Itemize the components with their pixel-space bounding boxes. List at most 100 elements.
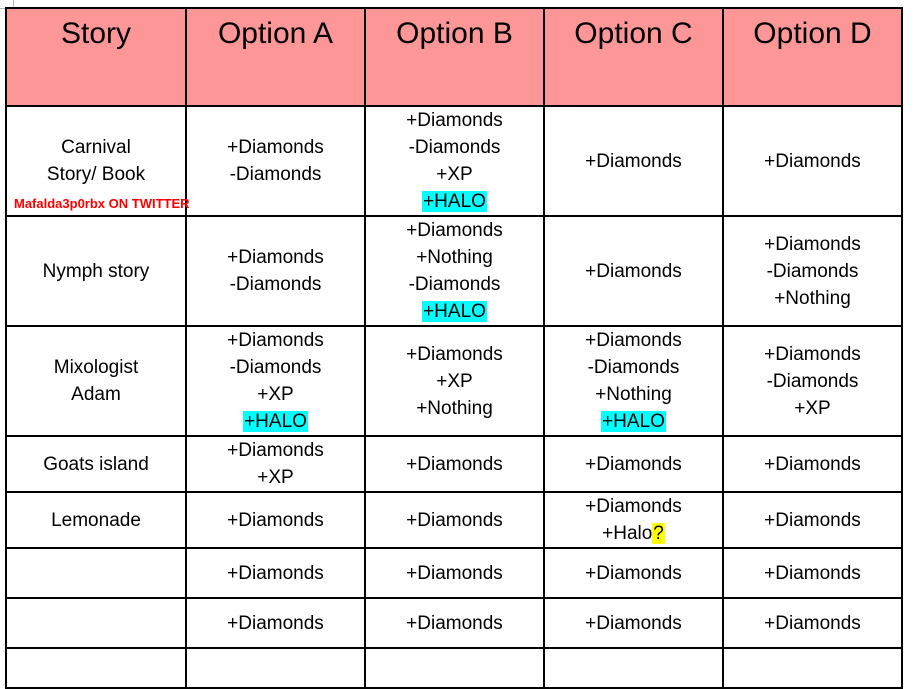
reward-line: +XP (257, 384, 294, 405)
cell-option-c[interactable]: +Diamonds (543, 597, 724, 649)
story-label-line: Adam (71, 384, 121, 405)
reward-line: +Nothing (774, 287, 851, 309)
story-label-line: Lemonade (51, 509, 141, 531)
reward-line: +Diamonds (764, 343, 861, 365)
cell-story[interactable]: Mixologist Adam (5, 325, 187, 437)
reward-line: +XP (436, 370, 473, 392)
cell-option-a[interactable]: +Diamonds (185, 597, 366, 649)
cell-option-a[interactable]: +Diamonds -Diamonds (185, 105, 366, 217)
halo-unconfirmed-line: +Halo? (545, 520, 722, 547)
reward-line: +Diamonds (585, 260, 682, 282)
cell-option-c[interactable]: +Diamonds (543, 547, 724, 599)
cell-option-b[interactable]: +Diamonds -Diamonds +XP +HALO (364, 105, 545, 217)
cell-option-b[interactable]: +Diamonds (364, 597, 545, 649)
table-row: +Diamonds +Diamonds +Diamonds +Diamonds (5, 597, 903, 649)
reward-line: -Diamonds (229, 164, 322, 185)
halo-reward-line: +HALO (545, 408, 722, 435)
halo-highlight: +HALO (422, 301, 487, 322)
cell-option-a[interactable] (185, 647, 366, 689)
cell-option-a[interactable]: +Diamonds (185, 491, 366, 549)
cell-option-d[interactable]: +Diamonds -Diamonds +Nothing (722, 215, 903, 327)
reward-line: +Diamonds (585, 612, 682, 634)
reward-line: +Diamonds (406, 343, 503, 365)
cell-story[interactable] (5, 597, 187, 649)
halo-label: +Halo (602, 523, 653, 544)
cell-option-b[interactable] (364, 647, 545, 689)
reward-line: +Diamonds (406, 453, 503, 475)
cell-option-c[interactable]: +Diamonds -Diamonds +Nothing +HALO (543, 325, 724, 437)
reward-line: +Diamonds (227, 509, 324, 531)
cell-option-d[interactable]: +Diamonds (722, 597, 903, 649)
reward-line: +Diamonds (406, 110, 503, 131)
cell-option-b[interactable]: +Diamonds +Nothing -Diamonds +HALO (364, 215, 545, 327)
table-row: Nymph story +Diamonds -Diamonds +Diamonds +N… (5, 215, 903, 327)
reward-line: +Diamonds (406, 220, 503, 241)
cell-option-a[interactable]: +Diamonds (185, 547, 366, 599)
story-label-line: Carnival (61, 137, 131, 158)
reward-line: -Diamonds (766, 260, 859, 282)
reward-line: +Diamonds (764, 453, 861, 475)
cell-option-d[interactable] (722, 647, 903, 689)
cell-story[interactable]: Lemonade (5, 491, 187, 549)
twitter-watermark: Mafalda3p0rbx ON TWITTER (14, 196, 190, 211)
reward-line: +Diamonds (406, 612, 503, 634)
cell-option-d[interactable]: +Diamonds -Diamonds +XP (722, 325, 903, 437)
reward-line: -Diamonds (408, 274, 501, 295)
reward-line: +Diamonds (227, 330, 324, 351)
cell-story[interactable] (5, 547, 187, 599)
reward-line: +Nothing (595, 384, 672, 405)
halo-reward-line: +HALO (187, 408, 364, 435)
reward-line: +Diamonds (764, 612, 861, 634)
reward-line: +Diamonds (585, 453, 682, 475)
cell-option-d[interactable]: +Diamonds (722, 435, 903, 493)
reward-line: +Diamonds (406, 509, 503, 531)
question-mark-highlight: ? (652, 523, 665, 544)
reward-line: -Diamonds (408, 137, 501, 158)
cell-option-c[interactable]: +Diamonds +Halo? (543, 491, 724, 549)
cell-option-c[interactable]: +Diamonds (543, 435, 724, 493)
halo-reward-line: +HALO (366, 298, 543, 325)
reward-line: +Nothing (416, 397, 493, 419)
reward-line: +Diamonds (227, 247, 324, 268)
story-label-line: Nymph story (42, 260, 150, 282)
cell-option-c[interactable]: +Diamonds (543, 215, 724, 327)
cell-option-b[interactable]: +Diamonds (364, 547, 545, 599)
table-row: Lemonade +Diamonds +Diamonds +Diamonds +Halo… (5, 491, 903, 549)
reward-line: +Diamonds (764, 509, 861, 531)
reward-line: +XP (436, 164, 473, 185)
spreadsheet-area: Story Option A Option B Option C Option … (5, 7, 903, 689)
reward-line: +Diamonds (227, 562, 324, 584)
table-row: +Diamonds +Diamonds +Diamonds +Diamonds (5, 547, 903, 599)
cell-option-d[interactable]: +Diamonds (722, 491, 903, 549)
story-label-line: Mixologist (53, 357, 139, 378)
halo-highlight: +HALO (422, 191, 487, 212)
cell-option-c[interactable] (543, 647, 724, 689)
cell-story[interactable]: Carnival Story/ Book Mafalda3p0rbx ON TWIT… (5, 105, 190, 217)
column-header-option-a[interactable]: Option A (185, 7, 366, 107)
column-header-option-b[interactable]: Option B (364, 7, 545, 107)
reward-line: +Diamonds (227, 612, 324, 634)
reward-line: +Diamonds (585, 330, 682, 351)
cell-option-b[interactable]: +Diamonds (364, 435, 545, 493)
reward-line: -Diamonds (587, 357, 680, 378)
cell-story[interactable] (5, 647, 187, 689)
cell-option-d[interactable]: +Diamonds (722, 105, 903, 217)
column-header-story[interactable]: Story (5, 7, 187, 107)
cell-option-a[interactable]: +Diamonds -Diamonds +XP +HALO (185, 325, 366, 437)
cell-story[interactable]: Goats island (5, 435, 187, 493)
reward-line: +Diamonds (406, 562, 503, 584)
cell-option-b[interactable]: +Diamonds +XP +Nothing (364, 325, 545, 437)
cell-option-c[interactable]: +Diamonds (543, 105, 724, 217)
column-header-option-d[interactable]: Option D (722, 7, 903, 107)
reward-line: +Diamonds (585, 150, 682, 172)
cell-option-b[interactable]: +Diamonds (364, 491, 545, 549)
column-header-option-c[interactable]: Option C (543, 7, 724, 107)
cell-option-d[interactable]: +Diamonds (722, 547, 903, 599)
halo-highlight: +HALO (601, 411, 666, 432)
reward-line: +Diamonds (585, 562, 682, 584)
story-options-table: Story Option A Option B Option C Option … (5, 7, 903, 689)
table-row: Goats island +Diamonds +XP +Diamonds +Diamon… (5, 435, 903, 493)
cell-option-a[interactable]: +Diamonds +XP (185, 435, 366, 493)
cell-story[interactable]: Nymph story (5, 215, 187, 327)
cell-option-a[interactable]: +Diamonds -Diamonds (185, 215, 366, 327)
